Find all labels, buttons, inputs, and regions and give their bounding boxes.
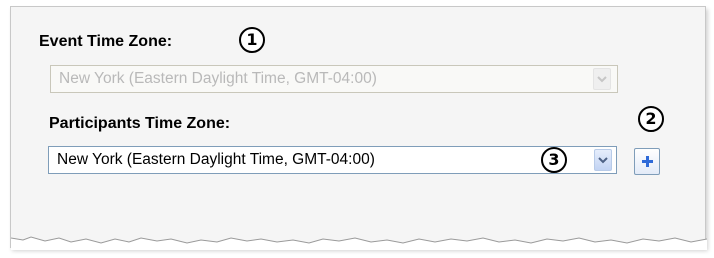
callout-badge-1: 1 xyxy=(239,27,265,53)
chevron-down-icon xyxy=(593,68,611,90)
event-time-zone-label: Event Time Zone: xyxy=(39,33,173,50)
participants-time-zone-label: Participants Time Zone: xyxy=(49,115,231,132)
participants-time-zone-value: New York (Eastern Daylight Time, GMT-04:… xyxy=(57,151,375,168)
plus-icon xyxy=(641,156,653,167)
event-time-zone-value: New York (Eastern Daylight Time, GMT-04:… xyxy=(59,70,377,87)
event-time-zone-select: New York (Eastern Daylight Time, GMT-04:… xyxy=(50,65,618,93)
add-time-zone-button[interactable] xyxy=(634,148,660,175)
time-zone-panel: Event Time Zone: 1 New York (Eastern Day… xyxy=(10,6,707,250)
chevron-down-icon[interactable] xyxy=(594,149,612,171)
torn-paper-edge xyxy=(11,236,707,250)
participants-time-zone-select[interactable]: New York (Eastern Daylight Time, GMT-04:… xyxy=(48,146,617,174)
callout-badge-2: 2 xyxy=(638,106,664,132)
callout-badge-3: 3 xyxy=(541,147,567,173)
